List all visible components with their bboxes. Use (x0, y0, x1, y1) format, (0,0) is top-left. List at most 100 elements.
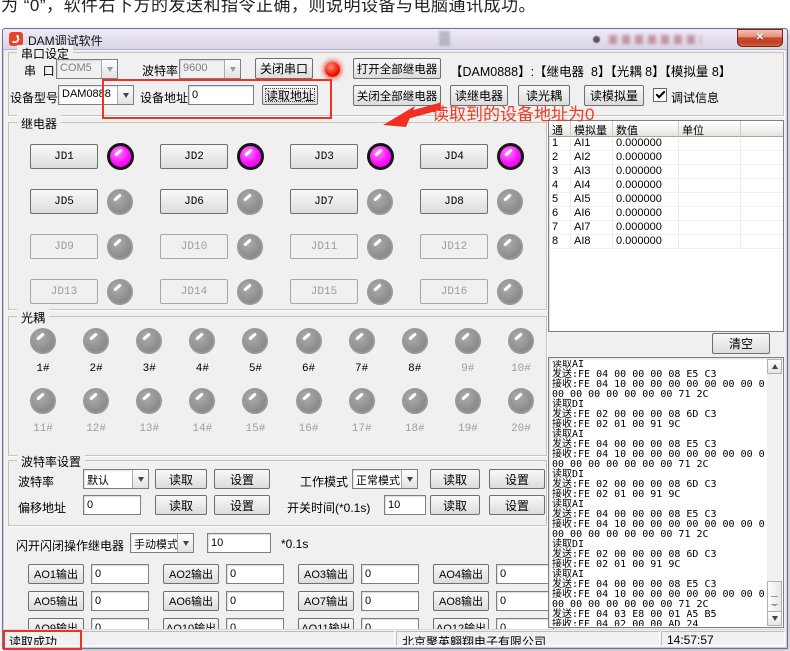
baud-set-select[interactable]: 默认 (83, 469, 149, 489)
ao-output-button[interactable]: AO6输出 (163, 591, 219, 611)
cell-value: 0.000000 (613, 165, 679, 178)
scroll-up-icon[interactable] (767, 359, 782, 374)
switch-time-set-button[interactable]: 设置 (489, 495, 545, 515)
ao-output-button[interactable]: AO1输出 (28, 564, 84, 584)
relay-cell: JD14 (160, 269, 290, 314)
cell-value: 0.000000 (613, 137, 679, 150)
opto-cell: 11# (26, 388, 60, 435)
ao-value-input[interactable] (361, 591, 419, 611)
ao-value-input[interactable] (226, 591, 284, 611)
opto-cell: 12# (79, 388, 113, 435)
ao-value-input[interactable] (91, 564, 149, 584)
ao-value-input[interactable] (496, 564, 554, 584)
opto-indicator-light (508, 388, 534, 414)
ao-value-input[interactable] (496, 591, 554, 611)
opto-indicator-light (136, 388, 162, 414)
close-button[interactable]: ✕ (737, 29, 783, 47)
work-mode-select[interactable]: 正常模式 (352, 469, 418, 489)
debug-info-checkbox[interactable] (653, 88, 667, 102)
relay-button[interactable]: JD14 (160, 279, 228, 304)
screenshot-root: 为 “0”，软件右下方的发送和指令正确，则说明设备与电脑通讯成功。 DAM调试软… (0, 0, 790, 651)
log-scrollbar[interactable] (767, 359, 782, 626)
ao-cell: AO4输出 (433, 560, 552, 587)
work-mode-read-button[interactable]: 读取 (430, 469, 480, 489)
relay-button[interactable]: JD15 (290, 279, 358, 304)
opto-label: 9# (461, 363, 474, 375)
relay-indicator-light (237, 234, 263, 260)
relay-button[interactable]: JD6 (160, 189, 228, 214)
opto-label: 14# (192, 423, 212, 435)
analog-table: 通 模拟量 数值 单位 1 AI1 0.000000 2 AI2 0.00 (548, 120, 784, 332)
switch-time-read-button[interactable]: 读取 (430, 495, 480, 515)
relay-button[interactable]: JD8 (420, 189, 488, 214)
baud-read-button[interactable]: 读取 (155, 469, 207, 489)
ao-output-button[interactable]: AO2输出 (163, 564, 219, 584)
offset-read-button[interactable]: 读取 (155, 495, 207, 515)
table-row[interactable]: 4 AI4 0.000000 (549, 179, 783, 193)
table-row[interactable]: 8 AI8 0.000000 (549, 235, 783, 249)
cell-channel: 7 (549, 221, 571, 234)
relay-button[interactable]: JD12 (420, 234, 488, 259)
ao-output-button[interactable]: AO3输出 (298, 564, 354, 584)
close-serial-button[interactable]: 关闭串口 (255, 58, 313, 79)
ao-output-button[interactable]: AO8输出 (433, 591, 489, 611)
opto-indicator-light (83, 328, 109, 354)
relay-button[interactable]: JD11 (290, 234, 358, 259)
offset-addr-input[interactable] (83, 495, 141, 515)
col-header-value[interactable]: 数值 (613, 121, 679, 137)
opto-label: 10# (511, 363, 531, 375)
baud-set-button[interactable]: 设置 (214, 469, 270, 489)
relay-button[interactable]: JD3 (290, 144, 358, 169)
opto-label: 15# (246, 423, 266, 435)
relay-button[interactable]: JD4 (420, 144, 488, 169)
work-mode-set-button[interactable]: 设置 (489, 469, 545, 489)
flash-mode-select[interactable]: 手动模式 (130, 533, 194, 553)
table-row[interactable]: 5 AI5 0.000000 (549, 193, 783, 207)
opto-indicator-light (30, 328, 56, 354)
serial-port-label: 串 口 (24, 62, 55, 79)
read-address-button[interactable]: 读取地址 (262, 85, 318, 105)
relay-button[interactable]: JD16 (420, 279, 488, 304)
ao-output-button[interactable]: AO4输出 (433, 564, 489, 584)
cell-value: 0.000000 (613, 193, 679, 206)
comm-log-box[interactable]: 读取AI 发送:FE 04 00 00 00 08 E5 C3 接收:FE 04… (548, 357, 784, 628)
ao-output-button[interactable]: AO5输出 (28, 591, 84, 611)
device-addr-input[interactable] (188, 85, 254, 105)
relay-button[interactable]: JD7 (290, 189, 358, 214)
cell-extra (741, 235, 783, 248)
table-row[interactable]: 7 AI7 0.000000 (549, 221, 783, 235)
clear-log-button[interactable]: 清空 (712, 333, 770, 354)
relay-button[interactable]: JD10 (160, 234, 228, 259)
table-row[interactable]: 1 AI1 0.000000 (549, 137, 783, 151)
ao-value-input[interactable] (361, 564, 419, 584)
relay-button[interactable]: JD5 (30, 189, 98, 214)
status-time: 14:57:57 (661, 631, 785, 646)
scroll-down-icon[interactable] (767, 611, 782, 626)
relay-button[interactable]: JD2 (160, 144, 228, 169)
relay-button[interactable]: JD9 (30, 234, 98, 259)
open-all-relays-button[interactable]: 打开全部继电器 (353, 58, 441, 79)
switch-time-input[interactable] (384, 495, 426, 515)
opto-indicator-light (136, 328, 162, 354)
ao-output-button[interactable]: AO7输出 (298, 591, 354, 611)
flash-time-input[interactable] (207, 533, 271, 553)
opto-cell: 16# (292, 388, 326, 435)
device-model-select[interactable]: DAM0888 (58, 85, 134, 105)
cell-unit (679, 179, 741, 192)
baud-select[interactable]: 9600 (179, 59, 241, 79)
ao-value-input[interactable] (91, 591, 149, 611)
table-row[interactable]: 2 AI2 0.000000 (549, 151, 783, 165)
col-header-unit[interactable]: 单位 (679, 121, 741, 137)
table-row[interactable]: 6 AI6 0.000000 (549, 207, 783, 221)
table-row[interactable]: 3 AI3 0.000000 (549, 165, 783, 179)
relay-button[interactable]: JD1 (30, 144, 98, 169)
close-icon: ✕ (756, 33, 764, 43)
serial-port-select[interactable]: COM5 (56, 59, 118, 79)
ao-value-input[interactable] (226, 564, 284, 584)
offset-set-button[interactable]: 设置 (214, 495, 270, 515)
flash-mode-value: 手动模式 (131, 534, 177, 552)
app-logo-icon (9, 32, 23, 46)
opto-label: 18# (405, 423, 425, 435)
opto-label: 1# (36, 363, 49, 375)
relay-button[interactable]: JD13 (30, 279, 98, 304)
